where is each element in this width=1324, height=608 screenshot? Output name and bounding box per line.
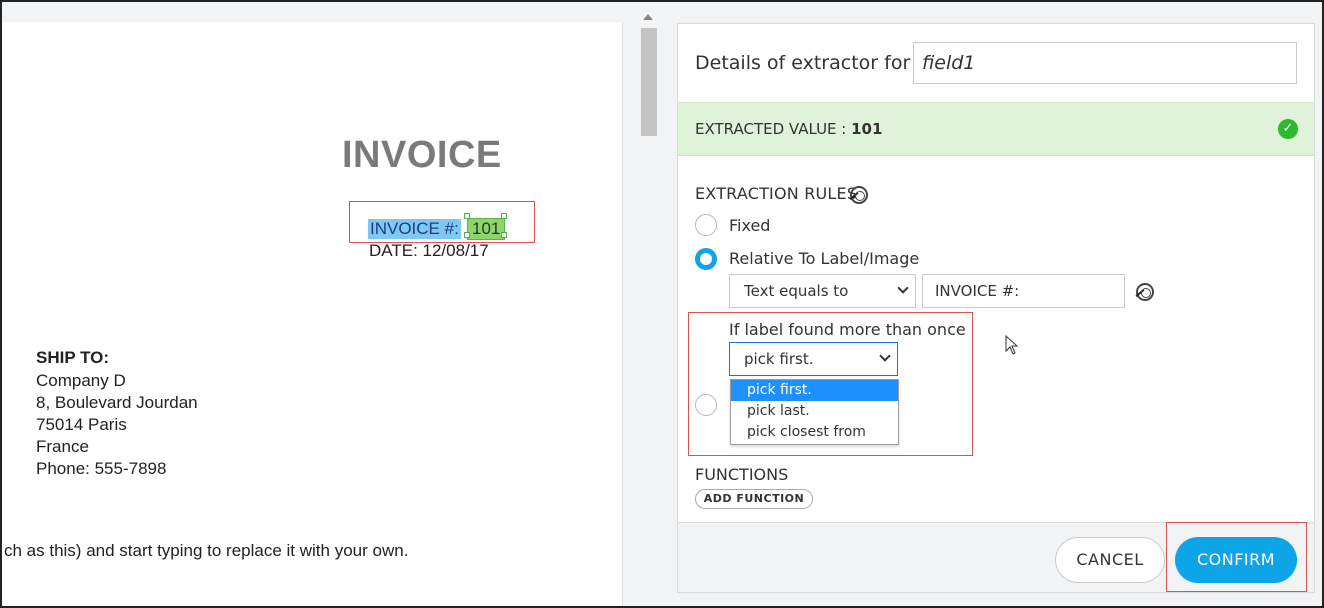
body-text: ch as this) and start typing to replace … bbox=[4, 541, 409, 560]
ship-to-label: SHIP TO: bbox=[36, 348, 110, 367]
extracted-value: 101 bbox=[851, 120, 883, 138]
chevron-down-icon bbox=[897, 282, 909, 294]
selection-handle[interactable] bbox=[501, 213, 507, 219]
extracted-value-text: EXTRACTED VALUE : 101 bbox=[695, 120, 882, 138]
check-icon: ✓ bbox=[1278, 119, 1298, 139]
panel-header: Details of extractor for field1 bbox=[678, 24, 1314, 102]
document-scrollbar[interactable] bbox=[639, 12, 659, 606]
details-label: Details of extractor for bbox=[695, 52, 911, 74]
field-name-input[interactable]: field1 bbox=[913, 42, 1297, 84]
match-mode-select[interactable]: Text equals to bbox=[729, 274, 916, 308]
add-function-button[interactable]: ADD FUNCTION bbox=[695, 489, 813, 509]
invoice-number-label[interactable]: INVOICE #: bbox=[368, 219, 461, 239]
document-viewer: INVOICE INVOICE #: 101 DATE: 12/08/17 SH… bbox=[2, 22, 623, 606]
selection-handle[interactable] bbox=[464, 213, 470, 219]
app-frame: INVOICE INVOICE #: 101 DATE: 12/08/17 SH… bbox=[0, 0, 1324, 608]
extracted-value-label: EXTRACTED VALUE : bbox=[695, 120, 852, 138]
address-line: Phone: 555-7898 bbox=[36, 459, 167, 478]
radio-relative-label[interactable]: Relative To Label/Image bbox=[729, 249, 919, 268]
radio-fixed[interactable] bbox=[695, 214, 717, 236]
target-icon[interactable] bbox=[849, 186, 868, 204]
match-mode-value: Text equals to bbox=[744, 282, 849, 300]
radio-relative[interactable] bbox=[695, 248, 717, 270]
selection-handle[interactable] bbox=[501, 232, 507, 238]
address-line: France bbox=[36, 437, 89, 456]
invoice-number-value[interactable]: 101 bbox=[467, 218, 506, 240]
cancel-button[interactable]: CANCEL bbox=[1055, 537, 1165, 583]
address-line: Company D bbox=[36, 371, 126, 390]
extracted-value-bar: EXTRACTED VALUE : 101 ✓ bbox=[678, 102, 1314, 156]
functions-title: FUNCTIONS bbox=[695, 465, 789, 484]
annotation-box bbox=[688, 312, 973, 456]
invoice-date: DATE: 12/08/17 bbox=[369, 241, 489, 260]
label-text-input[interactable]: INVOICE #: bbox=[922, 274, 1125, 308]
address-line: 8, Boulevard Jourdan bbox=[36, 393, 198, 412]
selection-handle[interactable] bbox=[464, 232, 470, 238]
target-icon[interactable] bbox=[1135, 283, 1154, 301]
annotation-box bbox=[1166, 522, 1307, 592]
radio-fixed-label[interactable]: Fixed bbox=[729, 216, 770, 235]
scroll-thumb[interactable] bbox=[641, 28, 657, 136]
extraction-rules-title: EXTRACTION RULES bbox=[695, 184, 858, 203]
invoice-title: INVOICE bbox=[342, 134, 502, 176]
address-line: 75014 Paris bbox=[36, 415, 127, 434]
scroll-up-icon[interactable] bbox=[643, 14, 653, 20]
extractor-panel: Details of extractor for field1 EXTRACTE… bbox=[677, 23, 1315, 593]
